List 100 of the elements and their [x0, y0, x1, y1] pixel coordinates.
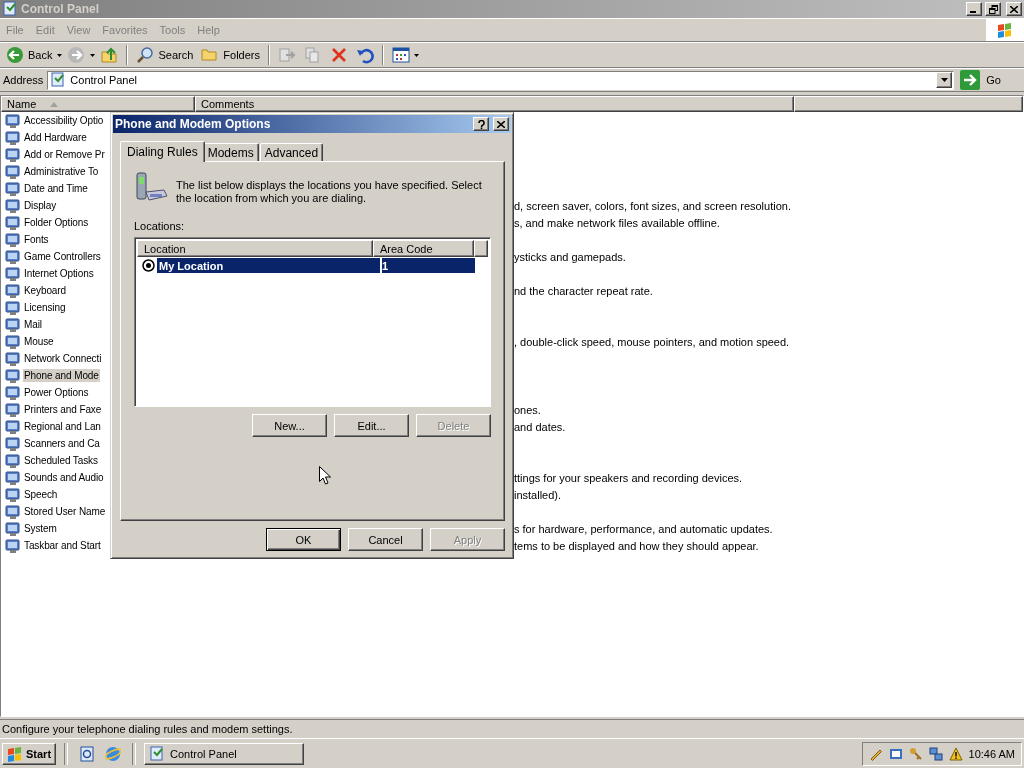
list-item[interactable]: Display	[23, 199, 58, 212]
control-panel-icon	[50, 72, 67, 88]
folders-button[interactable]: Folders	[198, 44, 263, 66]
views-button[interactable]	[389, 45, 422, 65]
copy-to-icon	[304, 46, 322, 64]
list-item[interactable]: Regional and Lan	[23, 420, 102, 433]
address-label: Address	[3, 74, 44, 86]
list-item[interactable]: Power Options	[23, 386, 90, 399]
windows-flag-icon	[997, 22, 1013, 38]
document-icon	[79, 745, 96, 762]
applet-icon	[5, 299, 21, 316]
applet-icon	[5, 350, 21, 367]
dialog-button[interactable]: New...	[252, 414, 327, 437]
network-icon[interactable]	[928, 746, 943, 761]
question-mark-icon	[477, 119, 485, 129]
column-header[interactable]: Area Code	[373, 240, 474, 257]
list-item[interactable]: Printers and Faxe	[23, 403, 103, 416]
list-item[interactable]: Add or Remove Pr	[23, 148, 106, 161]
caret-icon	[940, 78, 948, 82]
applet-icon	[5, 265, 21, 282]
status-text: Configure your telephone dialing rules and modem settings.	[2, 723, 293, 735]
dialog-button[interactable]: Edit...	[334, 414, 409, 437]
applet-icon	[5, 248, 21, 265]
list-item[interactable]: Fonts	[23, 233, 50, 246]
list-item[interactable]: Add Hardware	[23, 131, 88, 144]
dialog-button[interactable]: Cancel	[348, 528, 423, 551]
applet-icon	[5, 129, 21, 146]
list-item[interactable]: Mail	[23, 318, 43, 331]
applet-icon	[5, 231, 21, 248]
help-button[interactable]	[473, 117, 489, 131]
list-item[interactable]: Scheduled Tasks	[23, 454, 99, 467]
tab[interactable]: Modems	[202, 143, 259, 161]
list-item[interactable]: Sounds and Audio	[23, 471, 105, 484]
taskbar-button[interactable]: Control Panel	[144, 742, 305, 765]
close-icon	[1010, 5, 1018, 13]
list-item[interactable]: Taskbar and Start	[23, 539, 102, 552]
close-icon	[497, 120, 505, 128]
list-item[interactable]: Folder Options	[23, 216, 90, 229]
list-item[interactable]: Accessibility Optio	[23, 114, 105, 127]
applet-icon	[5, 214, 21, 231]
go-button[interactable]: Go	[958, 70, 1021, 90]
column-header[interactable]: Comments	[195, 96, 794, 112]
applet-icon	[5, 333, 21, 350]
list-item[interactable]: Licensing	[23, 301, 67, 314]
applet-icon	[5, 520, 21, 537]
close-button[interactable]	[1006, 2, 1022, 16]
window-title: Control Panel	[21, 2, 100, 16]
dropdown-button[interactable]	[936, 72, 953, 88]
move-to-icon	[278, 46, 296, 64]
list-item[interactable]: Administrative To	[23, 165, 100, 178]
tab[interactable]: Dialing Rules	[120, 141, 205, 162]
back-icon	[6, 46, 24, 64]
forward-icon	[67, 46, 86, 64]
folder-icon	[201, 46, 220, 64]
mouse-pointer-icon	[319, 466, 331, 485]
control-panel-icon	[149, 745, 166, 762]
applet-icon	[5, 418, 21, 435]
comment-text: s, and make network files available offline.	[514, 216, 721, 229]
list-item[interactable]: Internet Options	[23, 267, 95, 280]
applet-icon	[5, 316, 21, 333]
list-item[interactable]: Scanners and Ca	[23, 437, 101, 450]
minimize-button[interactable]	[966, 2, 982, 16]
applet-icon	[5, 435, 21, 452]
comment-text: s for hardware, performance, and automatic updates.	[514, 522, 774, 535]
column-header[interactable]: Location	[137, 240, 373, 257]
list-item[interactable]: Date and Time	[23, 182, 89, 195]
comment-text: nd the character repeat rate.	[514, 284, 654, 297]
list-item[interactable]: Stored User Name	[23, 505, 107, 518]
key-icon[interactable]	[908, 746, 923, 761]
tab[interactable]: Advanced	[259, 143, 324, 161]
list-item[interactable]: Keyboard	[23, 284, 67, 297]
comment-text: , double-click speed, mouse pointers, and motion speed.	[514, 335, 791, 348]
column-header[interactable]: Name	[1, 96, 195, 112]
window-icon	[2, 1, 18, 17]
dialog-button[interactable]: OK	[266, 528, 341, 551]
applet-icon	[5, 163, 21, 180]
list-item[interactable]: Mouse	[23, 335, 55, 348]
locations-label: Locations:	[134, 220, 186, 232]
list-item[interactable]: Speech	[23, 488, 59, 501]
comment-text: tems to be displayed and how they should appear.	[514, 539, 760, 552]
close-button[interactable]	[493, 117, 509, 131]
caret-icon[interactable]	[57, 53, 63, 57]
caret-icon[interactable]	[90, 53, 96, 57]
restore-button[interactable]	[985, 2, 1001, 16]
list-item[interactable]: Phone and Mode	[23, 369, 100, 382]
start-button[interactable]: Start	[2, 742, 57, 765]
search-icon	[136, 46, 155, 64]
list-item[interactable]: Network Connecti	[23, 352, 103, 365]
applet-icon	[5, 367, 21, 384]
back-button[interactable]: Back	[3, 44, 56, 66]
list-item[interactable]: Game Controllers	[23, 250, 102, 263]
search-button[interactable]: Search	[133, 44, 197, 66]
comment-text: ysticks and gamepads.	[514, 250, 627, 263]
applet-icon	[5, 197, 21, 214]
warning-icon[interactable]	[948, 746, 963, 761]
list-item[interactable]: System	[23, 522, 58, 535]
caret-icon[interactable]	[414, 53, 419, 57]
applet-icon	[5, 112, 21, 129]
address-field[interactable]: Control Panel	[47, 70, 955, 90]
applet-icon	[5, 384, 21, 401]
